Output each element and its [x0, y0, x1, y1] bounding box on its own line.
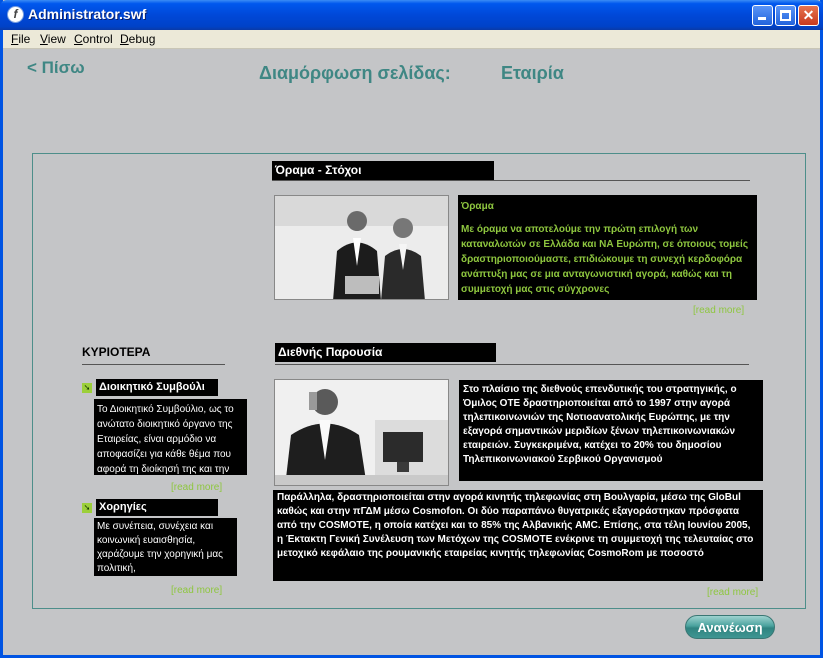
sidebar-item-sponsorship-label[interactable]: Χορηγίες: [96, 499, 218, 516]
menu-debug-mnemonic: D: [120, 32, 129, 46]
app-window: f Administrator.swf ✕ File View Control …: [0, 0, 823, 658]
menu-file[interactable]: File: [11, 32, 30, 46]
arrow-bullet-icon: ➘: [82, 383, 92, 393]
menu-control[interactable]: Control: [74, 32, 113, 46]
maximize-icon: [780, 10, 791, 21]
title-bar[interactable]: f Administrator.swf ✕: [0, 0, 823, 30]
window-title: Administrator.swf: [28, 6, 147, 22]
vision-text-body: Με όραμα να αποτελούμε την πρώτη επιλογή…: [461, 224, 749, 295]
page-title: Διαμόρφωση σελίδας:: [259, 63, 451, 83]
international-text-wide: Παράλληλα, δραστηριοποιείται στην αγορά …: [273, 490, 763, 581]
page-title-value: Εταιρία: [501, 63, 564, 83]
menu-control-label: ontrol: [82, 32, 113, 46]
menu-view[interactable]: View: [40, 32, 66, 46]
vision-text-box: Όραμα Με όραμα να αποτελούμε την πρώτη ε…: [458, 195, 757, 300]
refresh-button[interactable]: Ανανέωση: [685, 615, 775, 639]
app-icon: f: [7, 6, 24, 23]
sidebar-heading: ΚΥΡΙΟΤΕΡΑ: [82, 345, 151, 359]
flash-stage: < Πίσω Διαμόρφωση σελίδας: Εταιρία Όραμα…: [3, 49, 820, 655]
international-read-more-link[interactable]: [read more]: [707, 587, 758, 598]
minimize-button[interactable]: [752, 5, 773, 26]
sidebar-divider: [82, 364, 225, 365]
close-button[interactable]: ✕: [798, 5, 819, 26]
vision-divider: [272, 180, 750, 181]
sidebar-item-board-text: Το Διοικητικό Συμβούλιο, ως το ανώτατο δ…: [94, 399, 247, 475]
vision-read-more-link[interactable]: [read more]: [693, 305, 744, 316]
sidebar-item-board-read-more[interactable]: [read more]: [171, 482, 222, 493]
international-text-side: Στο πλαίσιο της διεθνούς επενδυτικής του…: [459, 380, 763, 481]
menu-view-label: iew: [47, 32, 66, 46]
back-link[interactable]: < Πίσω: [27, 58, 85, 78]
businessmen-photo-icon: [275, 196, 448, 299]
international-divider: [275, 364, 749, 365]
sidebar-item-sponsorship-text: Με συνέπεια, συνέχεια και κοινωνική ευαι…: [94, 518, 237, 576]
international-heading: Διεθνής Παρουσία: [275, 343, 496, 362]
arrow-bullet-icon: ➘: [82, 503, 92, 513]
maximize-button[interactable]: [775, 5, 796, 26]
phone-businessman-photo-icon: [275, 380, 448, 485]
vision-photo: [274, 195, 449, 300]
menu-debug-label: ebug: [128, 32, 156, 46]
menu-view-mnemonic: V: [40, 32, 48, 46]
vision-text-title: Όραμα: [461, 201, 494, 212]
vision-heading: Όραμα - Στόχοι: [272, 161, 494, 180]
menu-control-mnemonic: C: [74, 32, 83, 46]
sidebar-item-board-label[interactable]: Διοικητικό Συμβούλι: [96, 379, 218, 396]
menu-debug[interactable]: Debug: [120, 32, 155, 46]
sidebar-item-sponsorship-read-more[interactable]: [read more]: [171, 585, 222, 596]
menu-file-label: ile: [18, 32, 31, 46]
minimize-icon: [758, 17, 766, 20]
close-icon: ✕: [802, 7, 815, 23]
international-photo: [274, 379, 449, 486]
menu-bar: File View Control Debug: [3, 30, 820, 49]
